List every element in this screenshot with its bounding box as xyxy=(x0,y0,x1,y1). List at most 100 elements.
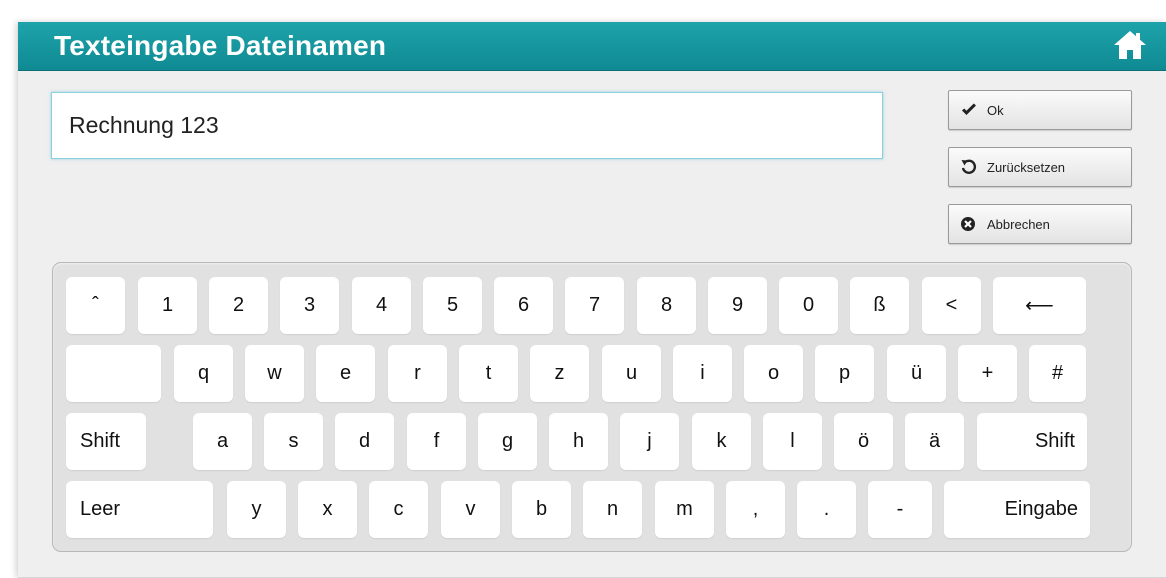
key-b[interactable]: b xyxy=(512,481,571,538)
key-o-umlaut[interactable]: ö xyxy=(834,413,893,470)
key-a-umlaut[interactable]: ä xyxy=(905,413,964,470)
key-period[interactable]: . xyxy=(797,481,856,538)
key-shift-left[interactable]: Shift xyxy=(66,413,146,470)
key-label: ß xyxy=(873,294,886,316)
key-label: < xyxy=(945,294,958,316)
key-label: z xyxy=(554,362,565,384)
key-less-than[interactable]: < xyxy=(922,277,981,334)
filename-input[interactable] xyxy=(51,92,883,159)
key-6[interactable]: 6 xyxy=(494,277,553,334)
key-a[interactable]: a xyxy=(193,413,252,470)
ok-button[interactable]: Ok xyxy=(948,90,1132,130)
key-label: r xyxy=(414,362,421,384)
key-plus[interactable]: + xyxy=(958,345,1017,402)
key-o[interactable]: o xyxy=(744,345,803,402)
key-minus[interactable]: - xyxy=(868,481,932,538)
key-u[interactable]: u xyxy=(602,345,661,402)
key-9[interactable]: 9 xyxy=(708,277,767,334)
key-w[interactable]: w xyxy=(245,345,304,402)
key-enter[interactable]: Eingabe xyxy=(944,481,1090,538)
title-bar: Texteingabe Dateinamen xyxy=(18,22,1166,71)
key-3[interactable]: 3 xyxy=(280,277,339,334)
key-label: h xyxy=(572,430,585,452)
key-label: Leer xyxy=(80,498,121,520)
key-label: t xyxy=(485,362,492,384)
key-c[interactable]: c xyxy=(369,481,428,538)
key-label: g xyxy=(501,430,514,452)
key-label: i xyxy=(700,362,705,384)
key-label: 9 xyxy=(731,294,744,316)
window-title: Texteingabe Dateinamen xyxy=(54,30,387,61)
key-hash[interactable]: # xyxy=(1029,345,1086,402)
key-0[interactable]: 0 xyxy=(779,277,838,334)
key-label: n xyxy=(606,498,619,520)
key-q[interactable]: q xyxy=(174,345,233,402)
key-label: # xyxy=(1051,362,1064,384)
key-y[interactable]: y xyxy=(227,481,286,538)
key-2[interactable]: 2 xyxy=(209,277,268,334)
key-label: ö xyxy=(857,430,870,452)
key-l[interactable]: l xyxy=(763,413,822,470)
key-e[interactable]: e xyxy=(316,345,375,402)
key-j[interactable]: j xyxy=(620,413,679,470)
key-n[interactable]: n xyxy=(583,481,642,538)
key-label: 1 xyxy=(161,294,174,316)
close-circle-icon xyxy=(960,216,978,232)
key-label: 4 xyxy=(375,294,388,316)
key-z[interactable]: z xyxy=(530,345,589,402)
key-1[interactable]: 1 xyxy=(138,277,197,334)
key-label: , xyxy=(752,498,759,520)
key-p[interactable]: p xyxy=(815,345,874,402)
key-label: 3 xyxy=(303,294,316,316)
key-label: c xyxy=(393,498,404,520)
cancel-button[interactable]: Abbrechen xyxy=(948,204,1132,244)
key-h[interactable]: h xyxy=(549,413,608,470)
key-label: l xyxy=(790,430,795,452)
home-icon[interactable] xyxy=(1112,29,1148,61)
key-v[interactable]: v xyxy=(441,481,500,538)
key-label: x xyxy=(322,498,333,520)
key-label: j xyxy=(647,430,652,452)
key-label: 6 xyxy=(517,294,530,316)
key-x[interactable]: x xyxy=(298,481,357,538)
key-label: . xyxy=(823,498,830,520)
key-backspace[interactable]: ⟵ xyxy=(993,277,1086,334)
key-label: m xyxy=(676,498,693,520)
key-m[interactable]: m xyxy=(655,481,714,538)
key-r[interactable]: r xyxy=(388,345,447,402)
key-space[interactable]: Leer xyxy=(66,481,213,538)
key-u-umlaut[interactable]: ü xyxy=(887,345,946,402)
key-7[interactable]: 7 xyxy=(565,277,624,334)
key-label: ˆ xyxy=(92,294,99,316)
key-comma[interactable]: , xyxy=(726,481,785,538)
key-label: Eingabe xyxy=(1004,498,1078,520)
key-label: ⟵ xyxy=(1025,295,1054,317)
key-circumflex[interactable]: ˆ xyxy=(66,277,125,334)
key-k[interactable]: k xyxy=(692,413,751,470)
key-4[interactable]: 4 xyxy=(352,277,411,334)
key-i[interactable]: i xyxy=(673,345,732,402)
key-tab[interactable] xyxy=(66,345,161,402)
reset-button[interactable]: Zurücksetzen xyxy=(948,147,1132,187)
key-label: 8 xyxy=(660,294,673,316)
key-label: 2 xyxy=(232,294,245,316)
key-5[interactable]: 5 xyxy=(423,277,482,334)
key-d[interactable]: d xyxy=(335,413,394,470)
on-screen-keyboard: ˆ 1 2 3 4 5 6 7 8 9 0 ß < ⟵ q w e r t z u i o p ü + # Shift a s d f g h j k… xyxy=(52,262,1132,552)
key-8[interactable]: 8 xyxy=(637,277,696,334)
key-shift-right[interactable]: Shift xyxy=(977,413,1087,470)
key-label: - xyxy=(896,498,904,520)
key-label: v xyxy=(465,498,476,520)
key-t[interactable]: t xyxy=(459,345,518,402)
key-f[interactable]: f xyxy=(407,413,466,470)
key-label: y xyxy=(251,498,262,520)
key-g[interactable]: g xyxy=(478,413,537,470)
ok-button-label: Ok xyxy=(987,102,1004,118)
key-label: o xyxy=(767,362,780,384)
key-eszett[interactable]: ß xyxy=(850,277,909,334)
dialog-window: Texteingabe Dateinamen Ok Zurücksetzen xyxy=(18,22,1166,578)
key-label: q xyxy=(197,362,210,384)
key-label: w xyxy=(267,362,282,384)
key-label: f xyxy=(433,430,440,452)
key-s[interactable]: s xyxy=(264,413,323,470)
